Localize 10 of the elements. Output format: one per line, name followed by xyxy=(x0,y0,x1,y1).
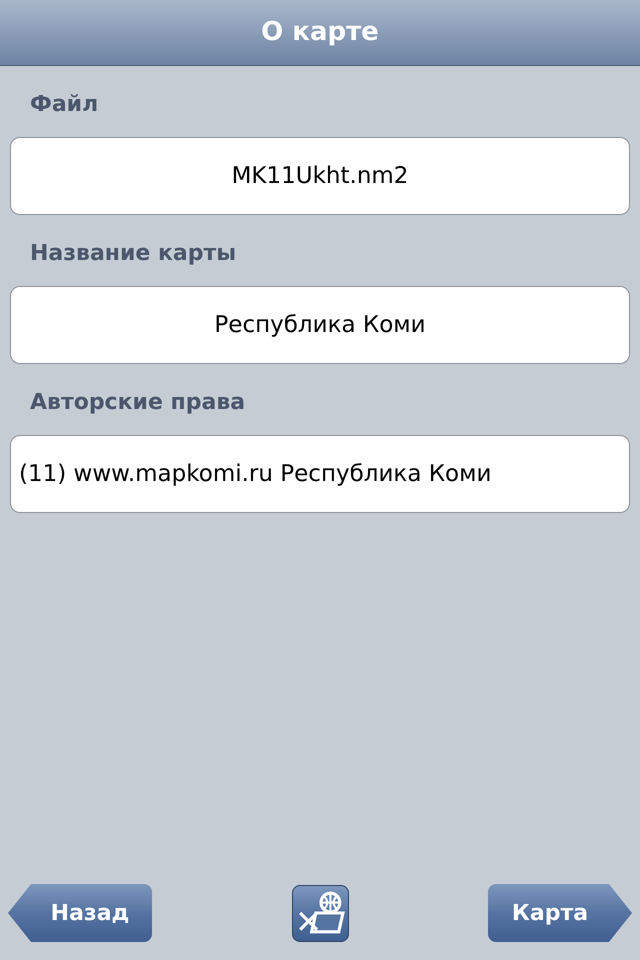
field-value: MK11Ukht.nm2 xyxy=(10,137,630,215)
field-value: Республика Коми xyxy=(10,286,630,364)
field-label: Авторские права xyxy=(30,389,246,417)
window-title: О карте xyxy=(261,16,379,49)
field-label: Название карты xyxy=(30,240,238,268)
back-button[interactable]: Назад xyxy=(8,884,152,942)
tools-button[interactable] xyxy=(292,884,348,942)
field-value: (11) www.mapkomi.ru Республика Коми xyxy=(10,435,630,513)
field-label: Файл xyxy=(30,91,100,119)
map-button[interactable]: Карта xyxy=(488,884,632,942)
